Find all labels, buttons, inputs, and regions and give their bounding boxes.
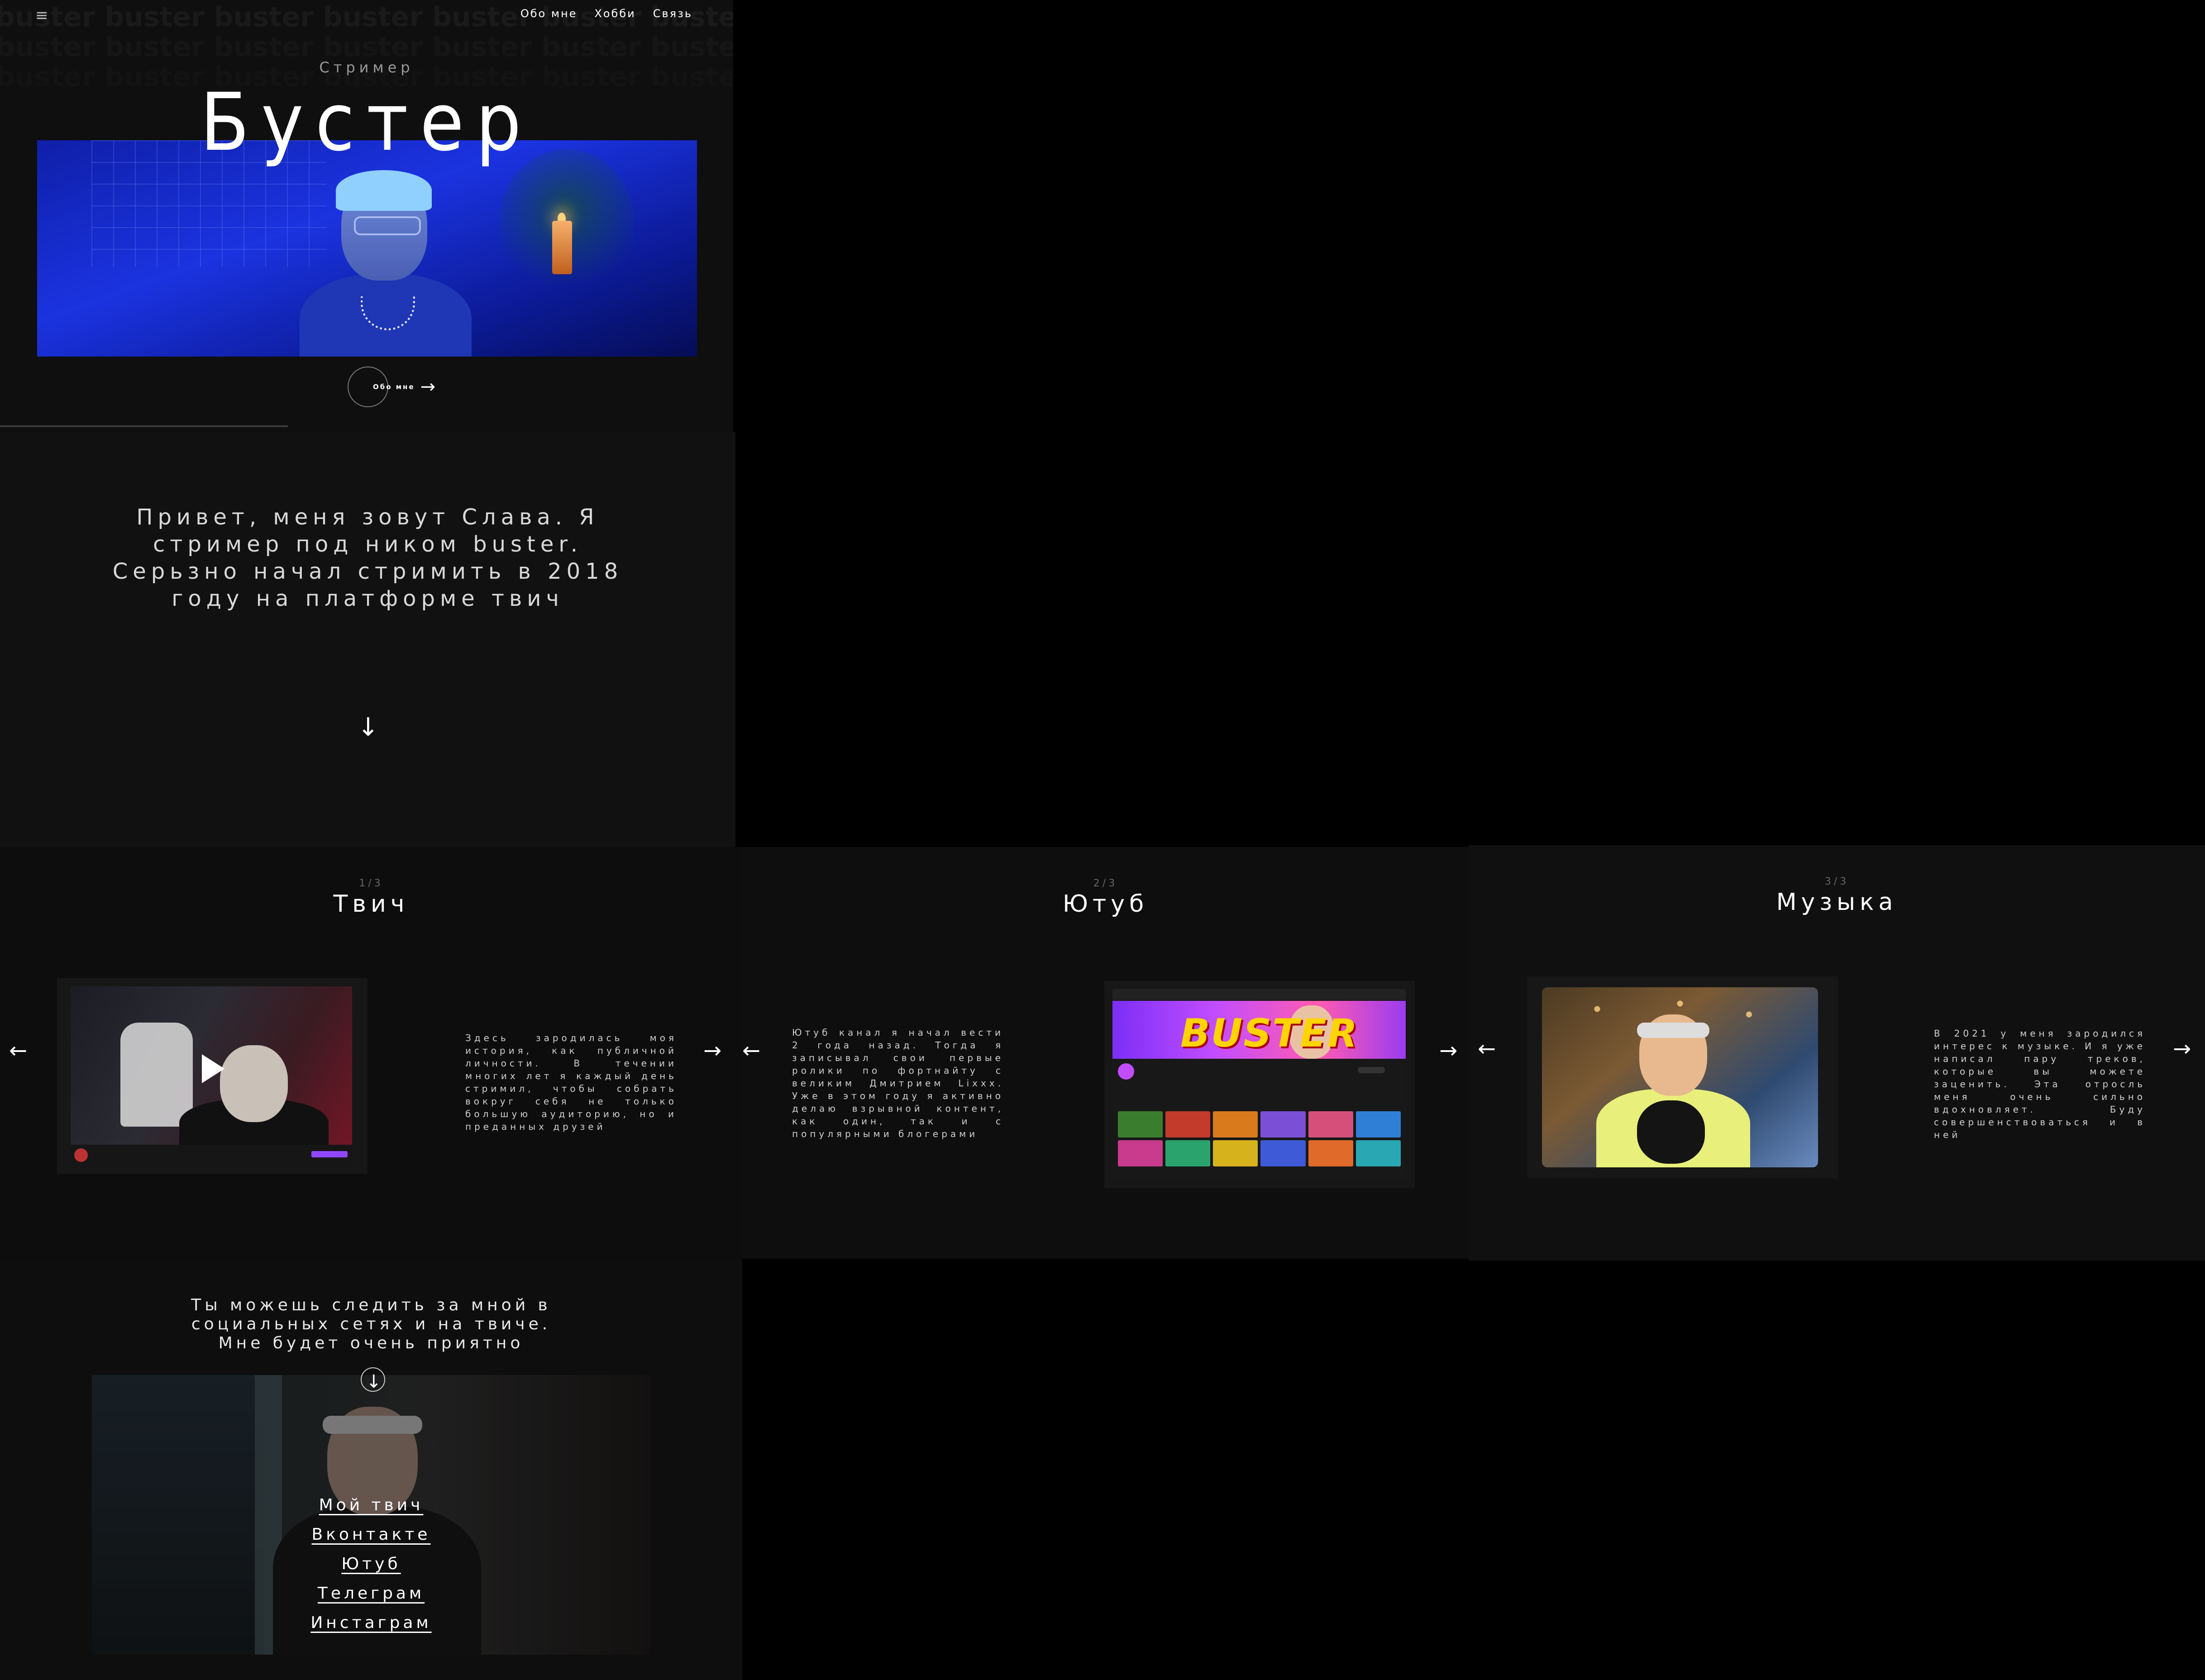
about-button[interactable]: Обо мне → — [348, 366, 435, 407]
bg-row: buster buster buster buster buster buste… — [0, 32, 733, 62]
twitch-info-bar — [71, 1145, 352, 1167]
youtube-banner: BUSTER — [1112, 1001, 1406, 1059]
slide-counter: 2/3 — [1093, 878, 1118, 889]
slide-counter: 3/3 — [1824, 876, 1849, 887]
hero-progress-bar — [0, 425, 288, 427]
arrow-down-icon: ↓ — [366, 1371, 382, 1392]
slide-music: 3/3 Музыка ← В 2021 у меня зародился инт… — [1469, 845, 2205, 1261]
slide-title: Твич — [333, 890, 409, 918]
link-instagram[interactable]: Инстаграм — [181, 1608, 561, 1637]
arrow-down-icon[interactable]: ↓ — [358, 713, 379, 742]
follow-text: Ты можешь следить за мной в социальных с… — [191, 1296, 551, 1352]
photo-person — [291, 158, 481, 357]
social-links: Мой твич Вконтакте Ютуб Телеграм Инстагр… — [181, 1490, 561, 1637]
slide-title: Ютуб — [1062, 890, 1149, 918]
twitch-screenshot — [71, 986, 352, 1145]
link-vkontakte[interactable]: Вконтакте — [181, 1520, 561, 1549]
youtube-screenshot-frame: BUSTER — [1104, 981, 1415, 1188]
play-icon[interactable] — [202, 1054, 224, 1083]
youtube-screenshot: BUSTER — [1112, 989, 1406, 1179]
slide-title: Музыка — [1776, 889, 1898, 916]
nav-about[interactable]: Обо мне — [520, 7, 578, 20]
link-telegram[interactable]: Телеграм — [181, 1579, 561, 1608]
hero-photo — [37, 140, 697, 357]
slide-description: Здесь зародилась моя история, как публич… — [465, 1033, 677, 1132]
intro-text: Привет, меня зовут Слава. Я стример под … — [112, 504, 623, 611]
slide-prev-button[interactable]: ← — [1478, 1038, 1496, 1060]
slide-description: Ютуб канал я начал вести 2 года назад. Т… — [792, 1027, 1004, 1139]
link-twitch[interactable]: Мой твич — [181, 1490, 561, 1520]
menu-icon[interactable]: ≡ — [35, 6, 48, 24]
slide-next-button[interactable]: → — [1439, 1040, 1457, 1061]
nav-hobby[interactable]: Хобби — [594, 7, 635, 20]
follow-section: Ты можешь следить за мной в социальных с… — [0, 1259, 742, 1680]
slide-counter: 1/3 — [359, 878, 383, 889]
slide-description: В 2021 у меня зародился интерес к музыке… — [1934, 1028, 2146, 1140]
photo-candle — [552, 221, 572, 274]
youtube-video-grid — [1118, 1111, 1401, 1166]
banner-logo: BUSTER — [1180, 1011, 1358, 1056]
slide-next-button[interactable]: → — [703, 1040, 721, 1061]
music-photo — [1542, 987, 1818, 1167]
nav-contact[interactable]: Связь — [653, 7, 692, 20]
hero-subtitle: Стример — [319, 59, 414, 76]
link-youtube[interactable]: Ютуб — [181, 1549, 561, 1579]
intro-section: Привет, меня зовут Слава. Я стример под … — [0, 432, 735, 847]
arrow-down-circle-icon[interactable]: ↓ — [361, 1367, 385, 1392]
slide-youtube: 2/3 Ютуб ← Ютуб канал я начал вести 2 го… — [742, 847, 1469, 1259]
twitch-screenshot-frame — [57, 978, 368, 1174]
about-button-label: Обо мне — [373, 383, 415, 391]
slide-prev-button[interactable]: ← — [742, 1040, 760, 1061]
slide-next-button[interactable]: → — [2173, 1038, 2191, 1060]
hero-section: buster buster buster buster buster buste… — [0, 0, 733, 432]
hero-title: Бустер — [200, 76, 533, 169]
music-photo-frame — [1527, 976, 1838, 1178]
slide-prev-button[interactable]: ← — [9, 1040, 27, 1061]
slide-twitch: 1/3 Твич ← Здесь зародилась моя история,… — [0, 847, 742, 1259]
arrow-right-icon: → — [420, 376, 436, 397]
top-nav: Обо мне Хобби Связь — [520, 7, 692, 20]
